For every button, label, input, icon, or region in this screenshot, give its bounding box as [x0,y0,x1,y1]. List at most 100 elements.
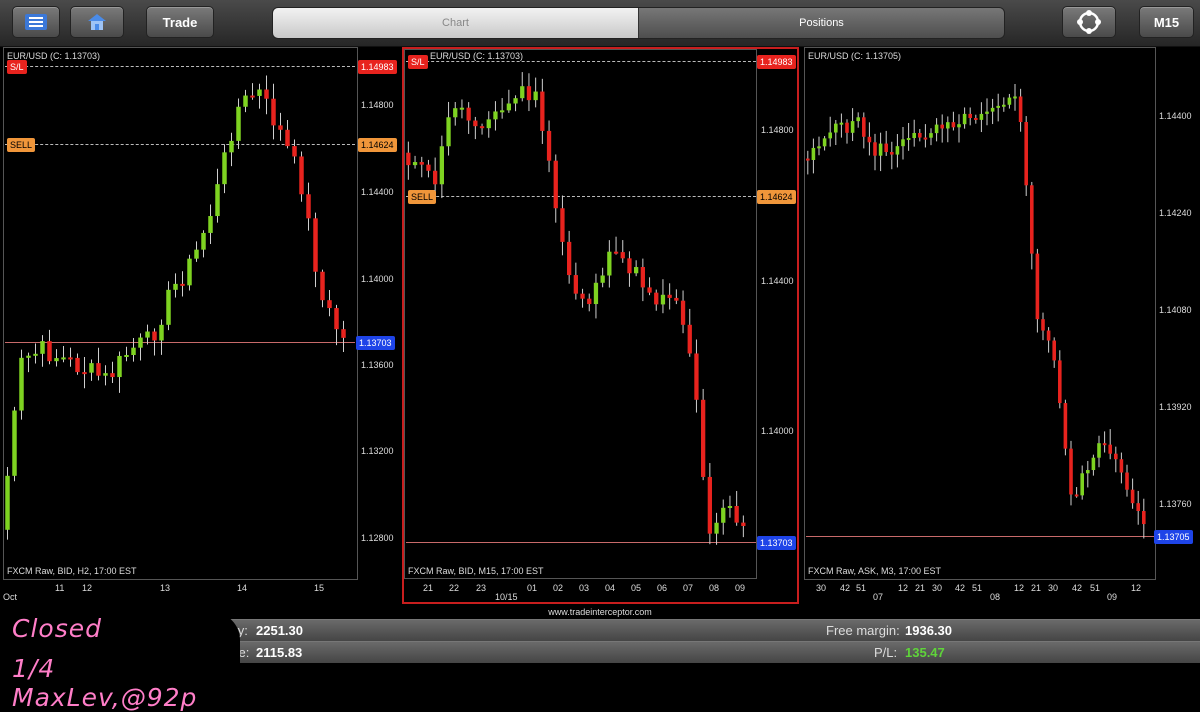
sell-order-price: 1.14624 [757,190,796,204]
candle-body [540,91,545,131]
candle-body [426,164,431,171]
x-tick: 42 [840,583,851,593]
candle-body [257,89,262,96]
candle-body [862,117,866,137]
candle-body [828,132,832,139]
candle-body [1091,457,1096,471]
candle-body [1130,489,1135,504]
refresh-button[interactable] [1062,6,1116,38]
candle-body [54,358,59,362]
x-tick: 02 [553,583,564,593]
candle-body [334,308,339,330]
stop-loss-price: 1.14983 [358,60,397,74]
candlestick-plot-m3 [806,84,1146,539]
candle-body [674,297,679,301]
y-tick: 1.13600 [361,360,394,370]
candle-body [640,267,645,288]
x-tick: 22 [449,583,460,593]
candle-body [459,107,465,110]
candle-body [466,107,471,121]
candle-body [962,113,967,125]
candle-body [1114,453,1118,460]
candle-body [912,132,916,139]
candle-body [159,324,164,341]
candle-body [620,252,625,259]
candle-body [1102,443,1107,446]
candle-body [687,324,692,354]
candle-body [957,124,961,128]
candle-body [215,184,220,217]
tab-chart[interactable]: Chart [273,8,638,38]
candle-body [580,293,585,299]
candle-body [412,162,418,166]
candle-body [138,337,143,348]
x-sublabel: 07 [873,592,884,602]
candle-body [680,300,686,325]
handwritten-note: Closed 1/4 MaxLev,@92p [0,612,240,712]
home-button[interactable] [70,6,124,38]
x-tick: 05 [631,583,642,593]
view-switcher: Chart Positions [272,7,1005,39]
x-tick: 03 [579,583,590,593]
candle-body [1086,470,1090,474]
candle-body [526,86,532,101]
x-tick: 30 [816,583,827,593]
candle-body [75,357,80,373]
candle-body [573,275,578,294]
candle-body [12,410,17,476]
trade-button[interactable]: Trade [146,6,214,38]
menu-button[interactable] [12,6,60,38]
candle-body [1125,472,1129,490]
candle-body [96,363,101,376]
candle-body [1041,319,1045,331]
candle-body [940,124,944,129]
candle-body [473,120,478,127]
x-tick: 21 [423,583,434,593]
candle-body [47,341,52,362]
tab-positions[interactable]: Positions [638,8,1004,38]
candle-body [856,117,860,122]
candle-body [839,122,844,125]
candle-body [560,208,565,242]
candle-body [131,347,136,356]
candle-body [243,95,248,107]
candlestick-plot-h2 [5,75,346,540]
x-tick: 08 [709,583,720,593]
candle-body [173,283,178,290]
candle-body [1046,330,1051,341]
y-tick: 1.14400 [761,276,794,286]
candle-body [587,298,592,305]
y-tick: 1.14000 [361,274,394,284]
candle-body [5,475,10,530]
candlestick-plot-m15 [406,72,746,545]
candle-body [946,122,950,129]
candle-body [990,107,995,112]
candle-body [1069,448,1073,495]
candle-body [271,98,276,126]
x-tick: 42 [1072,583,1083,593]
y-tick: 1.14000 [761,426,794,436]
candle-body [194,249,199,259]
candle-body [19,357,24,411]
candle-body [187,258,192,286]
refresh-icon [1077,10,1101,34]
candle-body [707,476,712,534]
candle-body [667,294,672,298]
current-price-tag: 1.13705 [1154,530,1193,544]
candle-body [145,331,150,338]
x-tick: 12 [898,583,909,593]
candle-body [607,251,612,276]
x-tick: 51 [1090,583,1101,593]
candle-body [117,355,122,378]
balance-value: 2115.83 [256,645,303,660]
candle-body [1074,494,1079,497]
x-tick: 12 [1131,583,1142,593]
candle-body [701,399,706,477]
panel-footer: FXCM Raw, BID, H2, 17:00 EST [7,566,137,576]
timeframe-button[interactable]: M15 [1139,6,1194,38]
candle-body [1030,185,1034,254]
x-tick: 51 [972,583,983,593]
x-tick: 15 [314,583,325,593]
x-tick: 23 [476,583,487,593]
candle-body [453,108,458,118]
